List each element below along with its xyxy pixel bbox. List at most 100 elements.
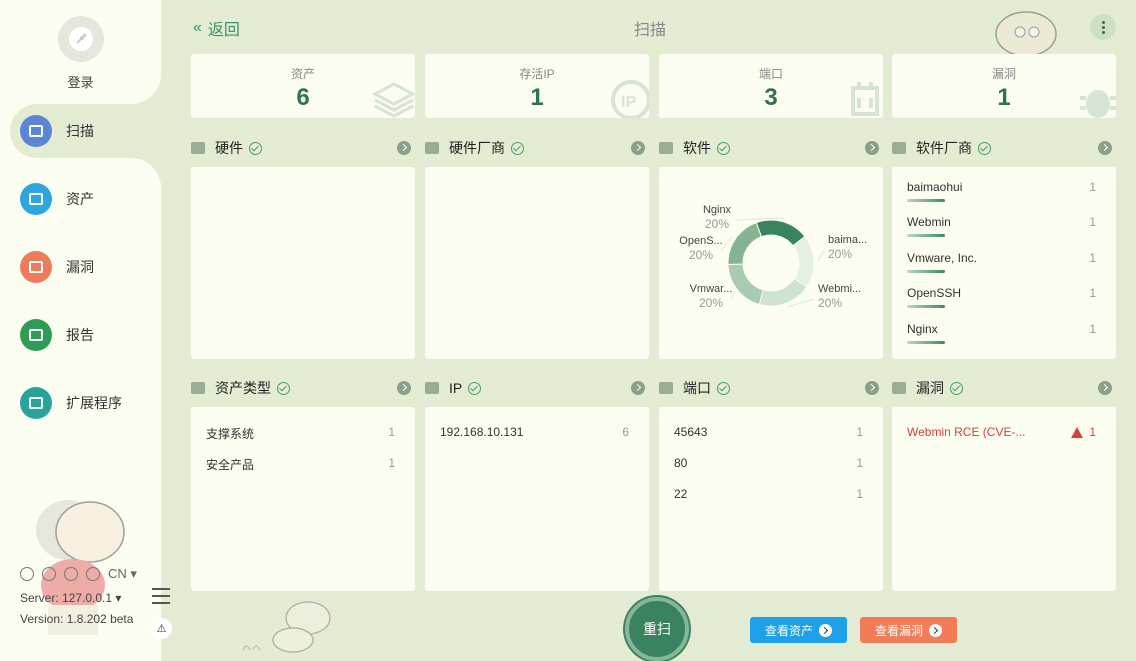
bug-icon bbox=[20, 251, 52, 283]
check-circle-icon bbox=[717, 141, 730, 155]
more-options-icon[interactable] bbox=[1090, 14, 1116, 40]
section-header-hardware: 硬件 bbox=[191, 138, 415, 158]
info-icon[interactable] bbox=[86, 567, 100, 581]
section-header-ip: IP bbox=[425, 378, 649, 398]
list-item[interactable]: 22 1 bbox=[674, 487, 863, 507]
chevron-right-icon[interactable] bbox=[631, 141, 645, 155]
software-donut-chart: Nginx20%baima...20%Webmi...20%Vmwar...20… bbox=[679, 204, 867, 310]
arrow-right-circle-icon bbox=[819, 623, 832, 637]
section-title: 软件 bbox=[683, 140, 711, 156]
menu-icon[interactable] bbox=[152, 588, 170, 604]
svg-text:IP: IP bbox=[621, 94, 636, 111]
sidebar-item-label: 报告 bbox=[66, 327, 94, 343]
check-circle-icon bbox=[717, 381, 730, 395]
slice-value-label: 20% bbox=[818, 296, 842, 310]
sidebar-item-assets[interactable]: 资产 bbox=[10, 172, 161, 226]
software-vendor-panel: baimaohui 1 Webmin 1 Vmware, Inc. 1 Open… bbox=[892, 167, 1116, 359]
view-assets-button[interactable]: 查看资产 bbox=[750, 617, 847, 643]
section-title: IP bbox=[449, 380, 463, 396]
list-item[interactable]: baimaohui 1 bbox=[907, 180, 1096, 202]
slice-label: Webmi... bbox=[818, 283, 861, 295]
chevron-right-icon[interactable] bbox=[397, 141, 411, 155]
section-header-hardware-vendor: 硬件厂商 bbox=[425, 138, 649, 158]
sidebar-tools: CN ▾ bbox=[20, 566, 137, 582]
list-item[interactable]: 80 1 bbox=[674, 456, 863, 476]
section-title: 软件厂商 bbox=[916, 140, 972, 156]
bug-icon bbox=[1080, 90, 1116, 118]
stat-card-live-ip[interactable]: 存活IP 1 IP bbox=[425, 54, 649, 118]
donut-slice[interactable] bbox=[727, 221, 763, 266]
double-chevron-left-icon: « bbox=[193, 19, 202, 36]
version-label: Version: 1.8.202 beta bbox=[20, 612, 134, 626]
avatar[interactable] bbox=[58, 16, 104, 62]
chevron-right-icon[interactable] bbox=[1098, 141, 1112, 155]
clock-icon[interactable] bbox=[64, 567, 78, 581]
language-select[interactable]: CN ▾ bbox=[108, 566, 137, 582]
port-icon bbox=[851, 82, 879, 116]
count-bar bbox=[907, 270, 945, 273]
count-bar bbox=[907, 305, 945, 308]
list-item[interactable]: Webmin RCE (CVE-... 1 bbox=[907, 425, 1096, 439]
chevron-right-icon[interactable] bbox=[865, 381, 879, 395]
active-tab-curve bbox=[131, 74, 161, 104]
slice-label: Nginx bbox=[703, 204, 732, 216]
server-select[interactable]: Server: 127.0.0.1 ▾ bbox=[20, 591, 121, 605]
list-item[interactable]: Webmin 1 bbox=[907, 215, 1096, 237]
section-title: 资产类型 bbox=[215, 380, 271, 396]
slice-label: Vmwar... bbox=[690, 283, 733, 295]
leader-line bbox=[817, 249, 825, 262]
sidebar-item-label: 扫描 bbox=[66, 123, 94, 139]
back-label: 返回 bbox=[207, 22, 240, 39]
vendor-icon bbox=[425, 142, 439, 154]
section-header-software-vendor: 软件厂商 bbox=[892, 138, 1116, 158]
list-item[interactable]: Nginx 1 bbox=[907, 322, 1096, 344]
list-item[interactable]: 支撑系统 1 bbox=[206, 425, 395, 445]
chevron-right-icon[interactable] bbox=[397, 381, 411, 395]
donut-slice[interactable] bbox=[727, 263, 764, 305]
sidebar-item-plugins[interactable]: 扩展程序 bbox=[10, 376, 161, 430]
list-item[interactable]: 45643 1 bbox=[674, 425, 863, 445]
section-title: 端口 bbox=[683, 380, 711, 396]
warning-icon bbox=[1071, 426, 1084, 438]
section-header-software: 软件 bbox=[659, 138, 883, 158]
sidebar-item-scan[interactable]: 扫描 bbox=[10, 104, 161, 158]
stat-card-ports[interactable]: 端口 3 bbox=[659, 54, 883, 118]
arrow-right-circle-icon bbox=[929, 623, 942, 637]
mascot-illustration bbox=[242, 601, 331, 653]
code-icon bbox=[659, 142, 673, 154]
power-icon[interactable] bbox=[20, 567, 34, 581]
hardware-panel bbox=[191, 167, 415, 359]
warning-icon[interactable]: ⚠ bbox=[151, 618, 172, 639]
back-button[interactable]: « 返回 bbox=[193, 16, 240, 40]
hardware-vendor-panel bbox=[425, 167, 649, 359]
stat-card-assets[interactable]: 资产 6 bbox=[191, 54, 415, 118]
count-bar bbox=[907, 341, 945, 344]
sidebar-item-vulns[interactable]: 漏洞 bbox=[10, 240, 161, 294]
list-item[interactable]: 192.168.10.131 6 bbox=[440, 425, 629, 445]
software-panel: Nginx 20% baima... 20% Webmi... 20% Vmwar... 20… bbox=[659, 167, 883, 359]
list-item[interactable]: 安全产品 1 bbox=[206, 456, 395, 476]
count-bar bbox=[907, 199, 945, 202]
check-circle-icon bbox=[950, 381, 963, 395]
layers-icon bbox=[373, 82, 415, 118]
slice-label: OpenS... bbox=[679, 235, 722, 247]
section-title: 硬件 bbox=[215, 140, 243, 156]
donut-slice[interactable] bbox=[758, 277, 808, 307]
sidebar-item-label: 扩展程序 bbox=[66, 395, 122, 411]
bug-icon bbox=[892, 382, 906, 394]
chevron-right-icon[interactable] bbox=[631, 381, 645, 395]
vuln-panel: Webmin RCE (CVE-... 1 bbox=[892, 407, 1116, 591]
view-vulns-button[interactable]: 查看漏洞 bbox=[860, 617, 957, 643]
rescan-button[interactable]: 重扫 bbox=[625, 597, 689, 661]
stat-card-vulns[interactable]: 漏洞 1 bbox=[892, 54, 1116, 118]
chevron-right-icon[interactable] bbox=[1098, 381, 1112, 395]
check-circle-icon bbox=[249, 141, 262, 155]
chevron-right-icon[interactable] bbox=[865, 141, 879, 155]
sidebar-item-report[interactable]: 报告 bbox=[10, 308, 161, 362]
list-item[interactable]: Vmware, Inc. 1 bbox=[907, 251, 1096, 273]
slice-label: baima... bbox=[828, 234, 867, 246]
list-item[interactable]: OpenSSH 1 bbox=[907, 286, 1096, 308]
user-icon bbox=[892, 142, 906, 154]
settings-icon[interactable] bbox=[42, 567, 56, 581]
asset-type-panel: 支撑系统 1 安全产品 1 bbox=[191, 407, 415, 591]
